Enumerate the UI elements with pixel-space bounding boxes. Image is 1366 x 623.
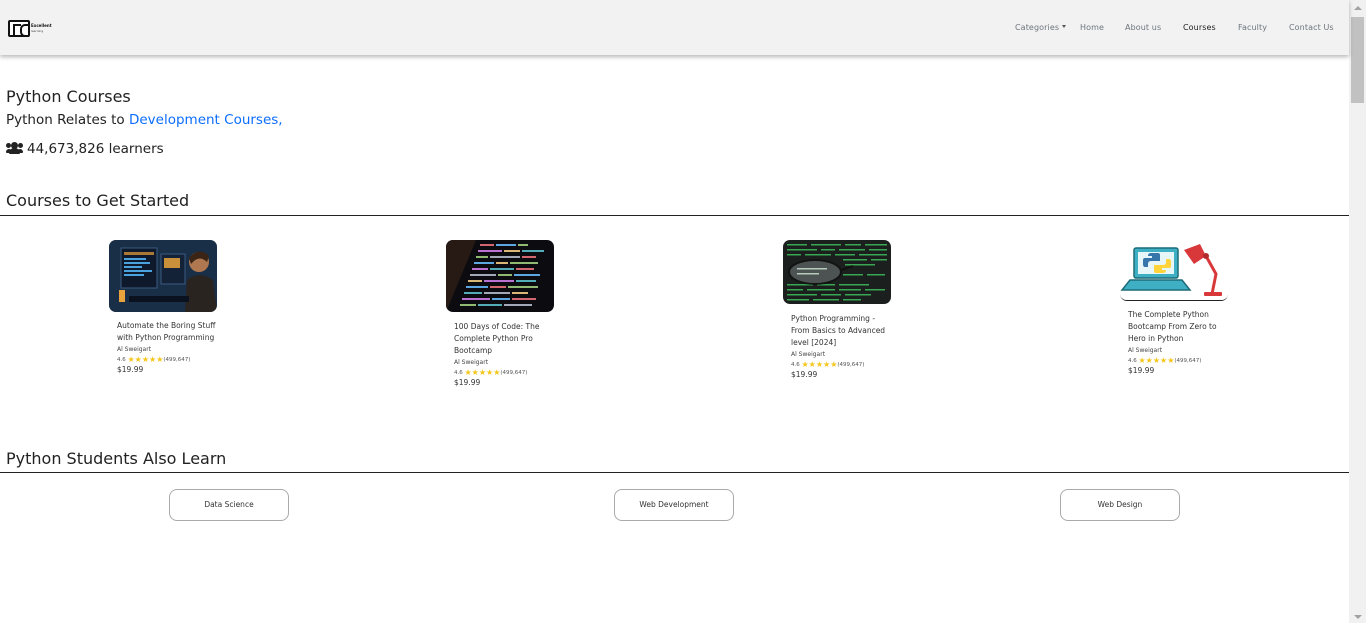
- course-thumbnail-person-at-computer[interactable]: [109, 240, 217, 312]
- nav-categories-label: Categories: [1015, 23, 1060, 32]
- star-rating-icon: ★★★★★: [464, 368, 501, 377]
- course-title[interactable]: The Complete Python Bootcamp From Zero t…: [1128, 309, 1232, 345]
- course-author: Al Sweigart: [454, 359, 489, 366]
- nav-courses[interactable]: Courses: [1183, 23, 1216, 32]
- caret-down-icon: [1062, 25, 1067, 28]
- users-icon: [6, 142, 24, 154]
- section-divider: [0, 215, 1349, 216]
- course-rating: 4.6 ★★★★★(499,647): [1128, 356, 1232, 366]
- navbar: Excellent learning Categories Home About…: [0, 0, 1349, 55]
- course-price: $19.99: [1128, 366, 1155, 375]
- logo-subtext: learning: [31, 29, 44, 33]
- course-thumbnail-python-laptop-lamp[interactable]: [1120, 240, 1228, 301]
- scroll-down-arrow-icon[interactable]: [1354, 615, 1362, 619]
- course-title[interactable]: Automate the Boring Stuff with Python Pr…: [117, 320, 221, 344]
- topic-button-data-science[interactable]: Data Science: [169, 489, 289, 521]
- site-logo[interactable]: Excellent learning: [8, 20, 52, 37]
- scroll-up-arrow-icon[interactable]: [1354, 6, 1362, 10]
- course-info: The Complete Python Bootcamp From Zero t…: [1128, 309, 1232, 375]
- learners-text: 44,673,826 learners: [27, 141, 164, 157]
- review-count: (499,647): [1174, 358, 1202, 364]
- topic-button-web-development[interactable]: Web Development: [614, 489, 734, 521]
- topic-button-web-design[interactable]: Web Design: [1060, 489, 1180, 521]
- rating-value: 4.6: [117, 357, 126, 363]
- learners-count: 44,673,826 learners: [6, 141, 164, 157]
- scrollbar-thumb[interactable]: [1351, 17, 1364, 103]
- relates-prefix: Python Relates to: [6, 112, 129, 128]
- course-price: $19.99: [791, 370, 818, 379]
- section-divider: [0, 472, 1349, 473]
- star-rating-icon: ★★★★★: [801, 360, 838, 369]
- relates-text: Python Relates to Development Courses,: [6, 112, 283, 128]
- review-count: (499,647): [500, 370, 528, 376]
- logo-mark-icon: [8, 20, 30, 37]
- nav-about-us[interactable]: About us: [1125, 23, 1161, 32]
- course-price: $19.99: [117, 365, 144, 374]
- nav-categories-dropdown[interactable]: Categories: [1015, 23, 1067, 32]
- course-author: Al Sweigart: [117, 346, 152, 353]
- course-thumbnail-glasses-on-code[interactable]: [783, 240, 891, 304]
- logo-text: Excellent: [31, 23, 52, 28]
- development-courses-link[interactable]: Development Courses,: [129, 112, 283, 128]
- course-author: Al Sweigart: [791, 351, 826, 358]
- course-info: Automate the Boring Stuff with Python Pr…: [117, 320, 221, 374]
- rating-value: 4.6: [1128, 358, 1137, 364]
- course-thumbnail-code-on-screen[interactable]: [446, 240, 554, 312]
- section-title-also-learn: Python Students Also Learn: [6, 449, 227, 468]
- star-rating-icon: ★★★★★: [1138, 356, 1175, 365]
- section-title-get-started: Courses to Get Started: [6, 191, 190, 210]
- nav-faculty[interactable]: Faculty: [1238, 23, 1267, 32]
- page-title: Python Courses: [6, 87, 131, 106]
- nav-contact-us[interactable]: Contact Us: [1289, 23, 1334, 32]
- course-rating: 4.6 ★★★★★(499,647): [454, 368, 558, 378]
- review-count: (499,647): [837, 362, 865, 368]
- course-rating: 4.6 ★★★★★(499,647): [791, 360, 895, 370]
- star-rating-icon: ★★★★★: [127, 355, 164, 364]
- rating-value: 4.6: [791, 362, 800, 368]
- course-price: $19.99: [454, 378, 481, 387]
- nav-home[interactable]: Home: [1080, 23, 1104, 32]
- course-info: 100 Days of Code: The Complete Python Pr…: [454, 321, 558, 387]
- review-count: (499,647): [163, 357, 191, 363]
- rating-value: 4.6: [454, 370, 463, 376]
- vertical-scrollbar[interactable]: [1349, 0, 1366, 623]
- course-title[interactable]: Python Programming - From Basics to Adva…: [791, 313, 895, 349]
- course-author: Al Sweigart: [1128, 347, 1163, 354]
- course-info: Python Programming - From Basics to Adva…: [791, 313, 895, 379]
- course-title[interactable]: 100 Days of Code: The Complete Python Pr…: [454, 321, 558, 357]
- course-rating: 4.6 ★★★★★(499,647): [117, 355, 221, 365]
